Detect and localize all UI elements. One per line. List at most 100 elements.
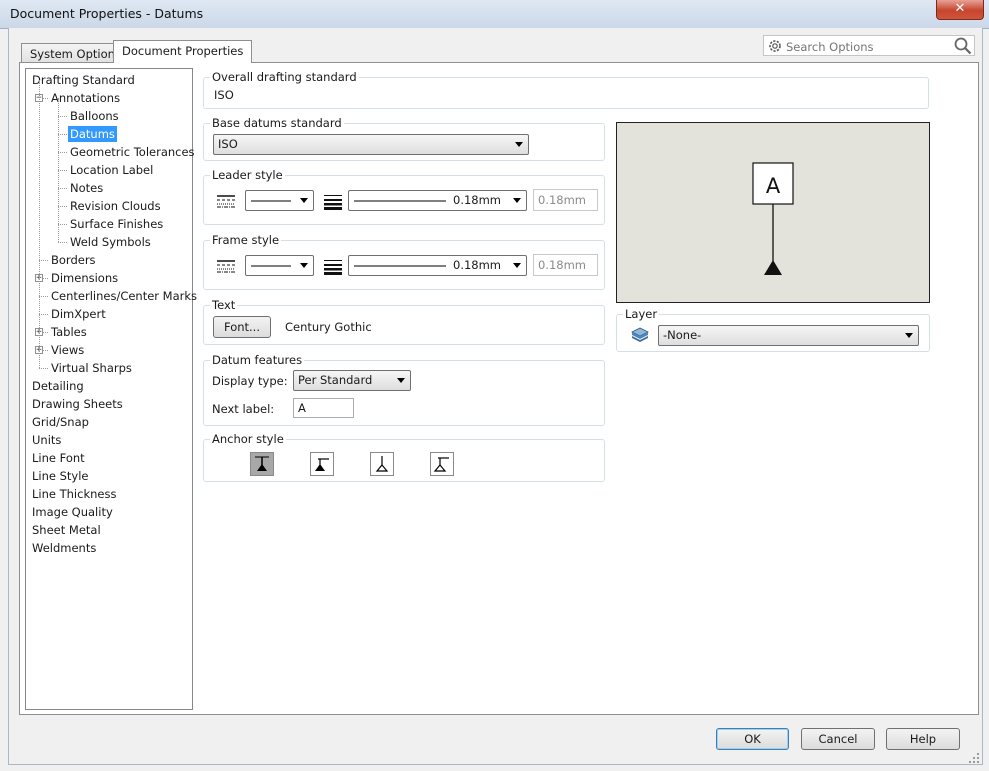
search-icon[interactable]	[954, 37, 972, 55]
tree-item-line-style[interactable]: Line Style	[30, 468, 91, 484]
overall-drafting-standard-value: ISO	[214, 88, 234, 102]
window-title: Document Properties - Datums	[10, 6, 204, 21]
tree-connector	[58, 188, 67, 189]
leader-thickness-value: 0.18mm	[453, 193, 502, 207]
search-input[interactable]	[784, 37, 953, 56]
frame-style-group: Frame style 0.18mm 0.18mm	[203, 233, 605, 290]
tree-item-line-font[interactable]: Line Font	[30, 450, 87, 466]
tree-item-dimensions[interactable]: Dimensions	[49, 270, 120, 286]
base-datums-standard-value: ISO	[218, 137, 238, 151]
layer-dropdown[interactable]: -None-	[658, 325, 919, 346]
close-button[interactable]: ✕	[936, 0, 984, 20]
tree-item-dimxpert[interactable]: DimXpert	[49, 306, 108, 322]
tree-connector	[58, 242, 67, 243]
search-box[interactable]	[763, 35, 975, 56]
datum-preview-graphic: A	[617, 123, 929, 302]
base-datums-standard-dropdown[interactable]: ISO	[213, 134, 529, 155]
datum-features-label: Datum features	[210, 353, 305, 367]
datum-features-group: Datum features Display type: Per Standar…	[203, 353, 605, 426]
chevron-down-icon	[397, 378, 405, 383]
tree-item-drafting-standard[interactable]: Drafting Standard	[30, 72, 137, 88]
line-thickness-icon	[324, 195, 342, 210]
tree-connector	[58, 152, 67, 153]
tab-document-properties[interactable]: Document Properties	[113, 40, 253, 63]
tree-connector	[39, 80, 40, 368]
leader-thickness-dropdown[interactable]: 0.18mm	[348, 190, 527, 211]
tree-item-revision-clouds[interactable]: Revision Clouds	[68, 198, 163, 214]
chevron-down-icon	[513, 198, 521, 203]
leader-custom-thickness-field[interactable]: 0.18mm	[533, 189, 598, 211]
anchor-open-icon	[375, 456, 389, 472]
ok-button[interactable]: OK	[716, 728, 789, 750]
layer-label: Layer	[623, 307, 660, 321]
tree-item-detailing[interactable]: Detailing	[30, 378, 86, 394]
tree-item-views[interactable]: Views	[49, 342, 86, 358]
tree-connector	[58, 134, 67, 135]
overall-drafting-standard-label: Overall drafting standard	[210, 70, 359, 84]
next-label-label: Next label:	[212, 402, 275, 416]
tree-item-weld-symbols[interactable]: Weld Symbols	[68, 234, 153, 250]
thickness-line-icon	[354, 265, 446, 267]
frame-thickness-value: 0.18mm	[453, 258, 502, 272]
display-type-value: Per Standard	[298, 373, 373, 387]
tree-item-drawing-sheets[interactable]: Drawing Sheets	[30, 396, 125, 412]
line-font-icon	[217, 260, 235, 273]
next-label-field[interactable]: A	[293, 398, 354, 418]
anchor-style-filled-offset-button[interactable]	[310, 452, 334, 476]
tree-connector	[58, 206, 67, 207]
tree-item-grid-snap[interactable]: Grid/Snap	[30, 414, 91, 430]
chevron-down-icon	[515, 142, 523, 147]
display-type-dropdown[interactable]: Per Standard	[293, 370, 411, 391]
tree-item-surface-finishes[interactable]: Surface Finishes	[68, 216, 165, 232]
chevron-down-icon	[513, 263, 521, 268]
frame-thickness-dropdown[interactable]: 0.18mm	[348, 255, 527, 276]
tree-item-annotations[interactable]: Annotations	[49, 90, 122, 106]
help-button[interactable]: Help	[886, 728, 960, 750]
tree-item-line-thickness[interactable]: Line Thickness	[30, 486, 118, 502]
layers-icon	[631, 327, 649, 342]
chevron-down-icon	[300, 198, 308, 203]
anchor-style-filled-button[interactable]	[250, 452, 274, 476]
tree-item-image-quality[interactable]: Image Quality	[30, 504, 115, 520]
tree-item-centerlines-center-marks[interactable]: Centerlines/Center Marks	[49, 288, 199, 304]
font-button[interactable]: Font...	[213, 316, 271, 338]
datum-letter: A	[766, 174, 781, 198]
text-label: Text	[210, 298, 238, 312]
frame-line-style-dropdown[interactable]	[245, 255, 314, 276]
tree-item-location-label[interactable]: Location Label	[68, 162, 155, 178]
gear-icon	[769, 40, 781, 52]
overall-drafting-standard-group: Overall drafting standard ISO	[203, 70, 929, 109]
tree-item-balloons[interactable]: Balloons	[68, 108, 121, 124]
anchor-style-open-button[interactable]	[370, 452, 394, 476]
chevron-down-icon	[905, 333, 913, 338]
resize-grip-icon[interactable]	[968, 752, 980, 764]
anchor-style-open-offset-button[interactable]	[430, 452, 454, 476]
tree-item-borders[interactable]: Borders	[49, 252, 98, 268]
tree-connector	[58, 170, 67, 171]
anchor-open-offset-icon	[433, 457, 449, 472]
tree-item-geometric-tolerances[interactable]: Geometric Tolerances	[68, 144, 197, 160]
options-tree[interactable]: Drafting Standard Annotations − Balloons Dat…	[25, 68, 197, 710]
frame-custom-thickness-field[interactable]: 0.18mm	[533, 254, 598, 276]
tree-item-notes[interactable]: Notes	[68, 180, 105, 196]
leader-style-label: Leader style	[210, 168, 285, 182]
anchor-style-group: Anchor style	[203, 432, 605, 482]
tree-item-datums[interactable]: Datums	[68, 126, 117, 142]
tree-item-units[interactable]: Units	[30, 432, 63, 448]
anchor-filled-offset-icon	[315, 458, 329, 471]
solid-line-icon	[251, 200, 291, 202]
leader-style-group: Leader style 0.18mm 0.18mm	[203, 168, 605, 225]
cancel-button[interactable]: Cancel	[801, 728, 875, 750]
tree-item-virtual-sharps[interactable]: Virtual Sharps	[49, 360, 134, 376]
tree-item-sheet-metal[interactable]: Sheet Metal	[30, 522, 103, 538]
leader-line-style-dropdown[interactable]	[245, 190, 314, 211]
tree-item-weldments[interactable]: Weldments	[30, 540, 98, 556]
datum-preview: A	[616, 122, 930, 303]
chevron-down-icon	[300, 263, 308, 268]
anchor-style-label: Anchor style	[210, 432, 286, 446]
text-group: Text Font... Century Gothic	[203, 298, 605, 345]
tree-item-tables[interactable]: Tables	[49, 324, 89, 340]
line-thickness-icon	[324, 260, 342, 275]
layer-group: Layer -None-	[616, 307, 930, 352]
layer-value: -None-	[663, 328, 702, 342]
